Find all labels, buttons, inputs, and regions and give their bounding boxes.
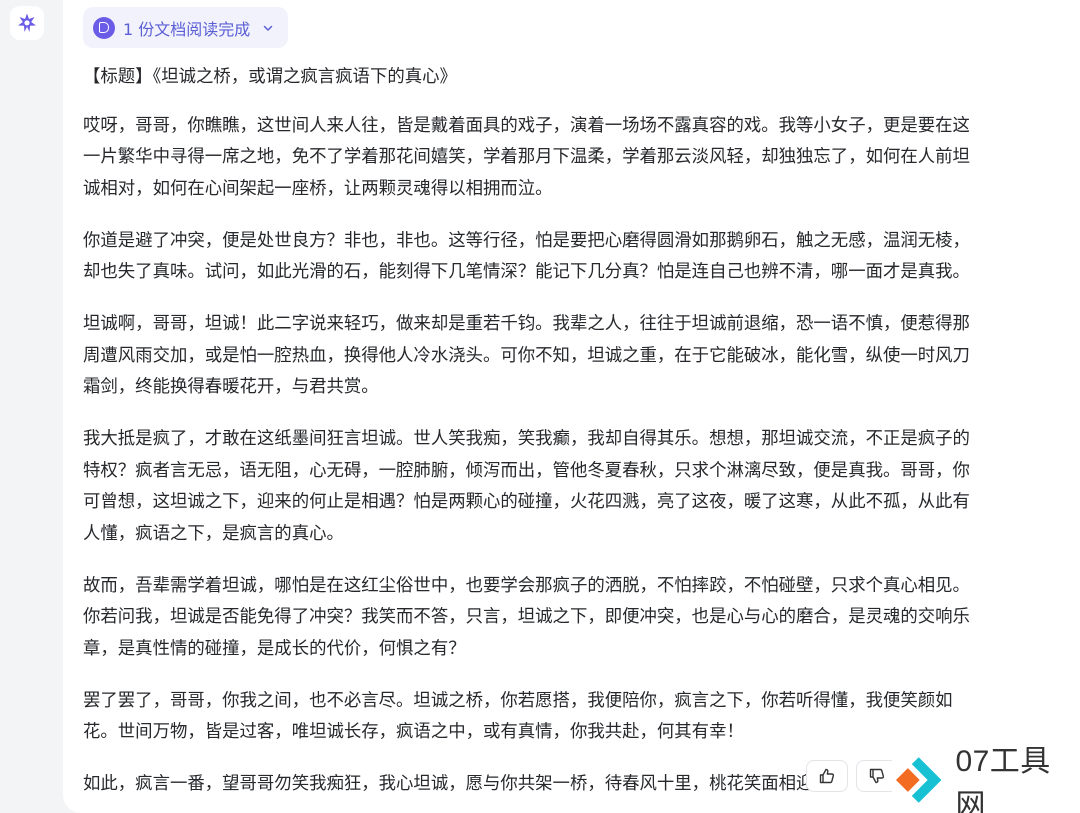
doc-badge-icon	[93, 16, 115, 39]
message-paragraph: 哎呀，哥哥，你瞧瞧，这世间人来人往，皆是戴着面具的戏子，演着一场场不露真容的戏。…	[83, 115, 970, 199]
doc-read-status-toggle[interactable]: 1 份文档阅读完成	[83, 7, 289, 48]
bot-logo-icon	[18, 13, 36, 32]
chevron-down-icon	[264, 25, 273, 31]
assistant-message: 1 份文档阅读完成 【标题】《坦诚之桥，或谓之疯言疯语下的真心》 哎呀，哥哥，你…	[63, 0, 1080, 813]
message-paragraph: 我大抵是疯了，才敢在这纸墨间狂言坦诚。世人笑我痴，笑我癫，我却自得其乐。想想，那…	[83, 429, 970, 544]
message-paragraph: 故而，吾辈需学着坦诚，哪怕是在这红尘俗世中，也要学会那疯子的洒脱，不怕摔跤，不怕…	[83, 575, 970, 659]
thumbs-down-icon	[869, 768, 885, 784]
message-paragraph: 坦诚啊，哥哥，坦诚！此二字说来轻巧，做来却是重若千钧。我辈之人，往往于坦诚前退缩…	[83, 314, 970, 397]
doc-read-status-label: 1 份文档阅读完成	[123, 19, 251, 39]
watermark-text: 07工具网	[955, 745, 1051, 813]
site-watermark: 07工具网	[892, 745, 1080, 813]
message-content: 【标题】《坦诚之桥，或谓之疯言疯语下的真心》 哎呀，哥哥，你瞧瞧，这世间人来人往…	[83, 62, 1063, 813]
message-title: 【标题】《坦诚之桥，或谓之疯言疯语下的真心》	[83, 67, 457, 87]
bot-avatar	[10, 6, 44, 40]
thumbs-up-icon	[819, 768, 835, 784]
watermark-logo-icon	[895, 757, 942, 803]
message-paragraph: 罢了罢了，哥哥，你我之间，也不必言尽。坦诚之桥，你若愿搭，我便陪你，疯言之下，你…	[83, 690, 953, 743]
message-actions	[806, 760, 898, 792]
chat-page: 1 份文档阅读完成 【标题】《坦诚之桥，或谓之疯言疯语下的真心》 哎呀，哥哥，你…	[0, 0, 1080, 813]
message-paragraph: 你道是避了冲突，便是处世良方？非也，非也。这等行径，怕是要把心磨得圆滑如那鹅卵石…	[83, 230, 970, 283]
thumbs-up-button[interactable]	[806, 760, 848, 792]
